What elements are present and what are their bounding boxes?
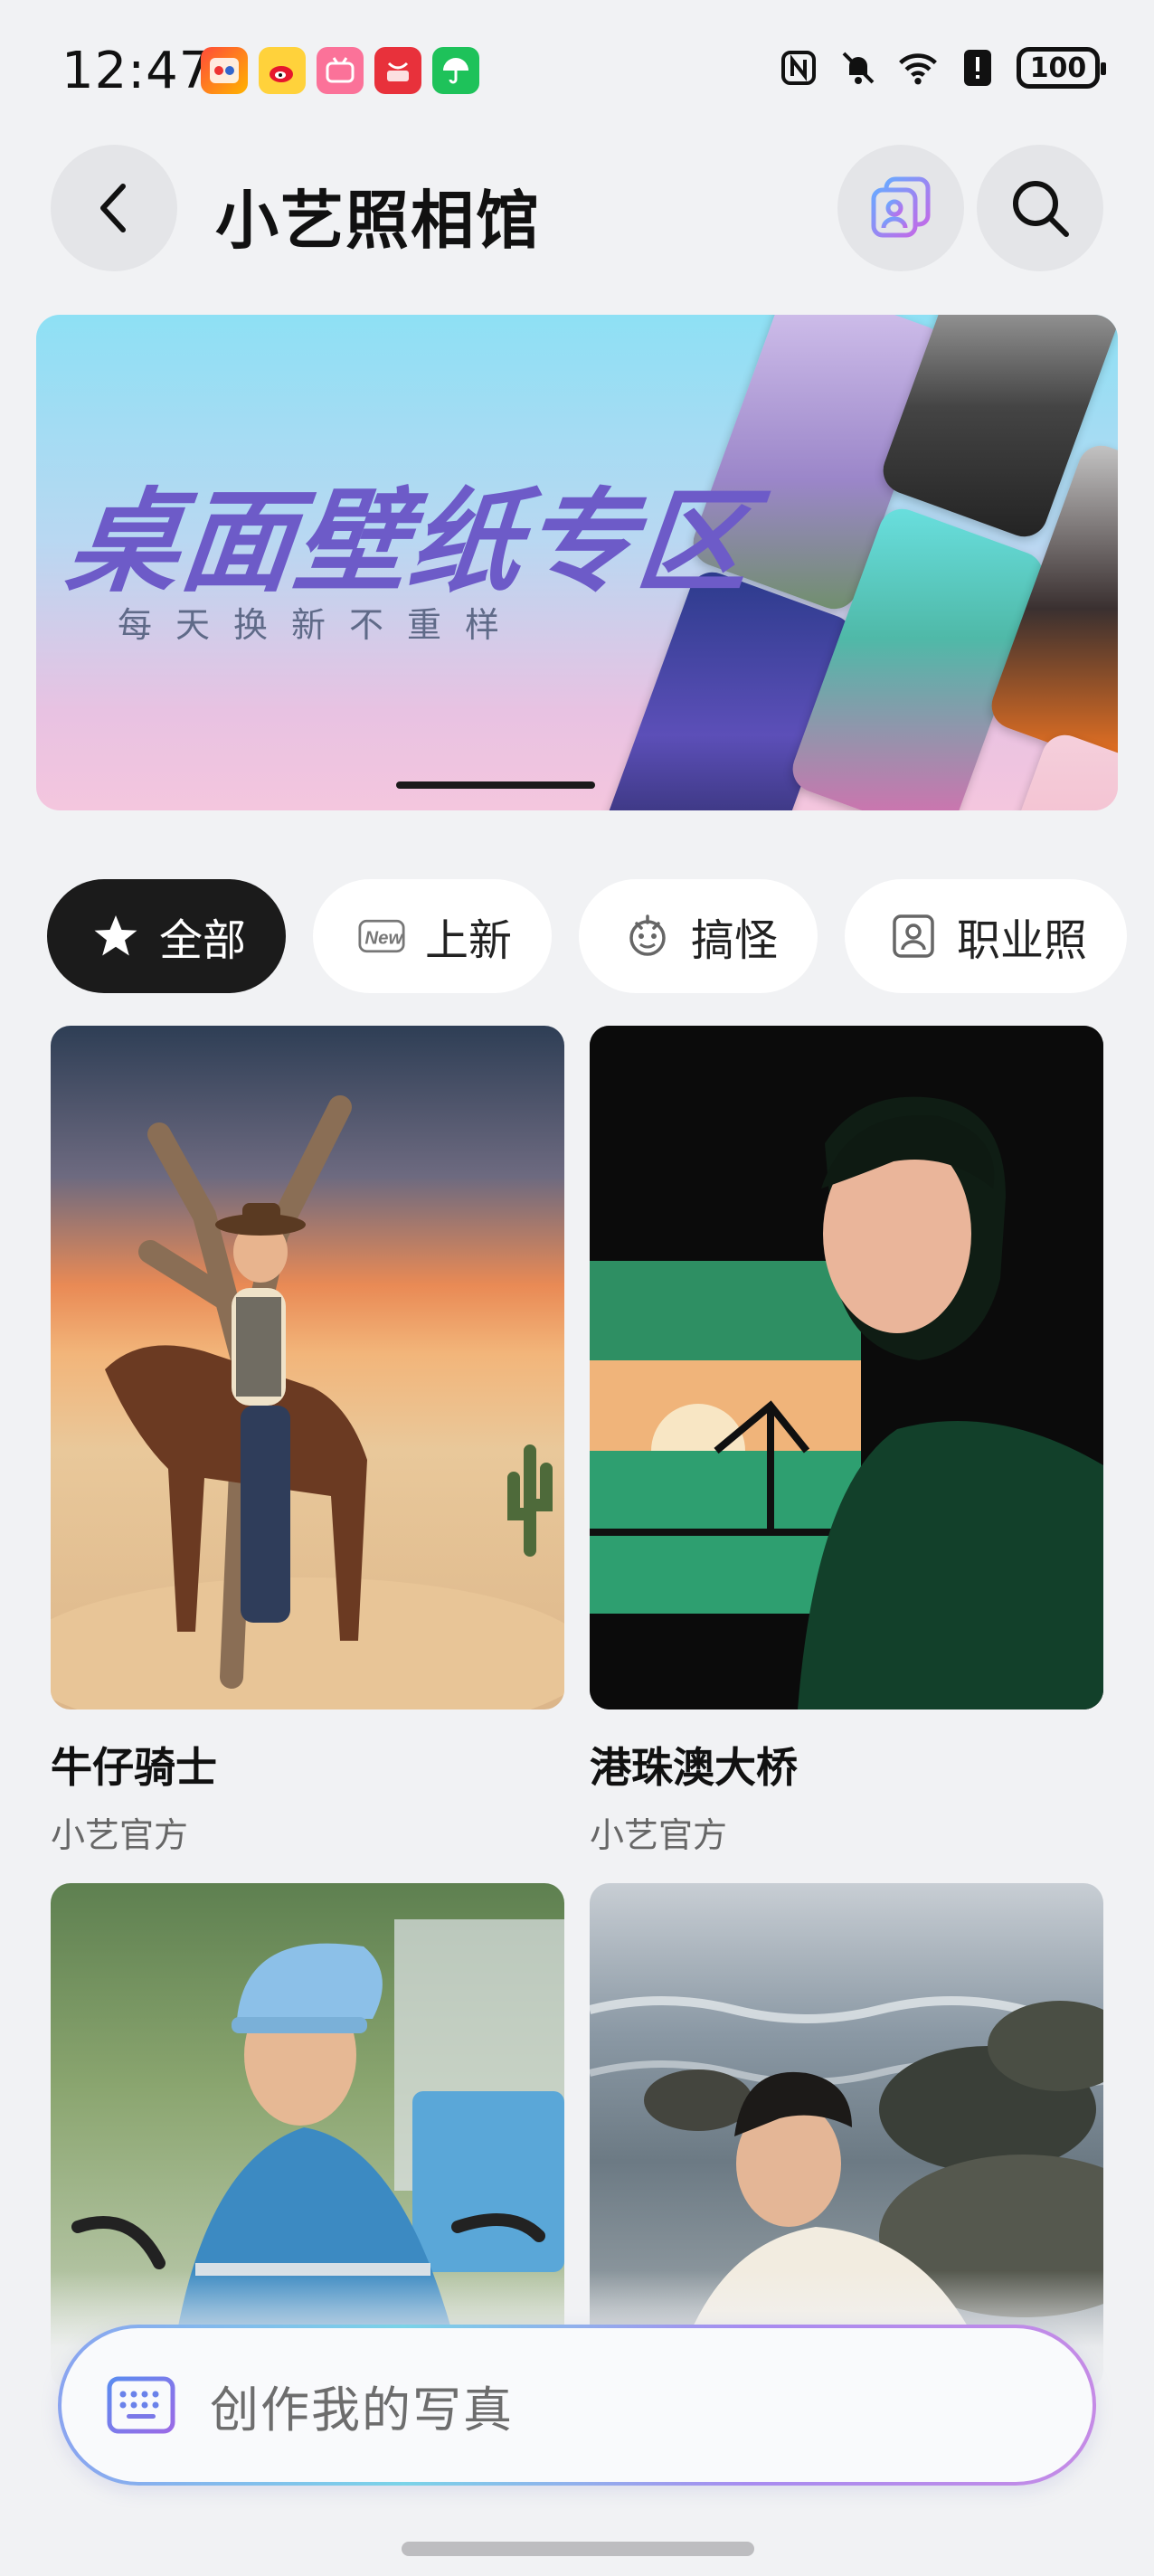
search-button[interactable] — [977, 145, 1103, 271]
my-portraits-button[interactable] — [837, 145, 964, 271]
banner-subtitle: 每天换新不重样 — [118, 605, 524, 645]
app-1-icon — [201, 47, 248, 94]
bilibili-icon — [317, 47, 364, 94]
mute-icon — [837, 47, 879, 89]
battery-indicator: 100 — [1017, 47, 1106, 89]
wifi-icon — [897, 47, 939, 89]
wallpaper-banner[interactable]: 桌面壁纸专区 每天换新不重样 — [36, 315, 1118, 810]
template-card-cowboy[interactable]: 牛仔骑士 小艺官方 — [51, 1026, 564, 1857]
app-gallery-icon — [374, 47, 421, 94]
banner-page-indicator — [396, 781, 595, 789]
star-icon — [92, 913, 139, 960]
tab-all-label: 全部 — [159, 915, 247, 966]
back-button[interactable] — [51, 145, 177, 271]
svg-text:New: New — [364, 928, 403, 948]
nfc-icon — [778, 47, 819, 89]
keyboard-icon[interactable] — [107, 2376, 175, 2434]
clock: 12:47 — [61, 42, 213, 100]
page-title: 小艺照相馆 — [215, 184, 541, 258]
portrait-gallery-icon — [871, 176, 931, 238]
category-tabs: 全部 New 上新 搞怪 职业照 — [47, 879, 1128, 993]
alert-icon — [957, 47, 998, 89]
template-card-bridge[interactable]: 港珠澳大桥 小艺官方 — [590, 1026, 1103, 1857]
card-title: 牛仔骑士 — [51, 1743, 217, 1792]
tab-professional[interactable]: 职业照 — [845, 879, 1128, 993]
template-thumbnail — [590, 1026, 1103, 1709]
input-placeholder: 创作我的写真 — [210, 2381, 514, 2439]
weibo-icon — [259, 47, 306, 94]
card-author: 小艺官方 — [590, 1815, 728, 1855]
tab-funny-label: 搞怪 — [691, 915, 779, 966]
search-icon — [1013, 181, 1069, 237]
tab-new-label: 上新 — [425, 915, 513, 966]
funny-face-icon — [624, 913, 671, 960]
card-title: 港珠澳大桥 — [590, 1743, 798, 1792]
system-icons: 100 — [778, 47, 1106, 89]
chevron-left-icon — [100, 184, 126, 232]
new-icon: New — [358, 913, 405, 960]
card-author: 小艺官方 — [51, 1815, 189, 1855]
cowboy-scene-art — [51, 1095, 564, 1709]
tab-professional-label: 职业照 — [957, 915, 1088, 966]
umbrella-icon — [432, 47, 479, 94]
template-thumbnail — [51, 1026, 564, 1709]
notification-app-icons — [201, 47, 479, 94]
bridge-scene-art — [590, 1026, 1103, 1709]
tab-all[interactable]: 全部 — [47, 879, 287, 993]
tab-funny[interactable]: 搞怪 — [579, 879, 818, 993]
app-screen: 12:47 100 小艺照相馆 桌面壁纸专区 每天换新不重样 全部 New 上新… — [0, 0, 1154, 2576]
status-bar: 12:47 100 — [0, 0, 1154, 136]
banner-title: 桌面壁纸专区 — [61, 477, 759, 608]
create-portrait-input[interactable]: 创作我的写真 — [58, 2325, 1096, 2486]
id-photo-icon — [890, 913, 937, 960]
home-indicator[interactable] — [402, 2542, 754, 2556]
tab-new[interactable]: New 上新 — [313, 879, 553, 993]
